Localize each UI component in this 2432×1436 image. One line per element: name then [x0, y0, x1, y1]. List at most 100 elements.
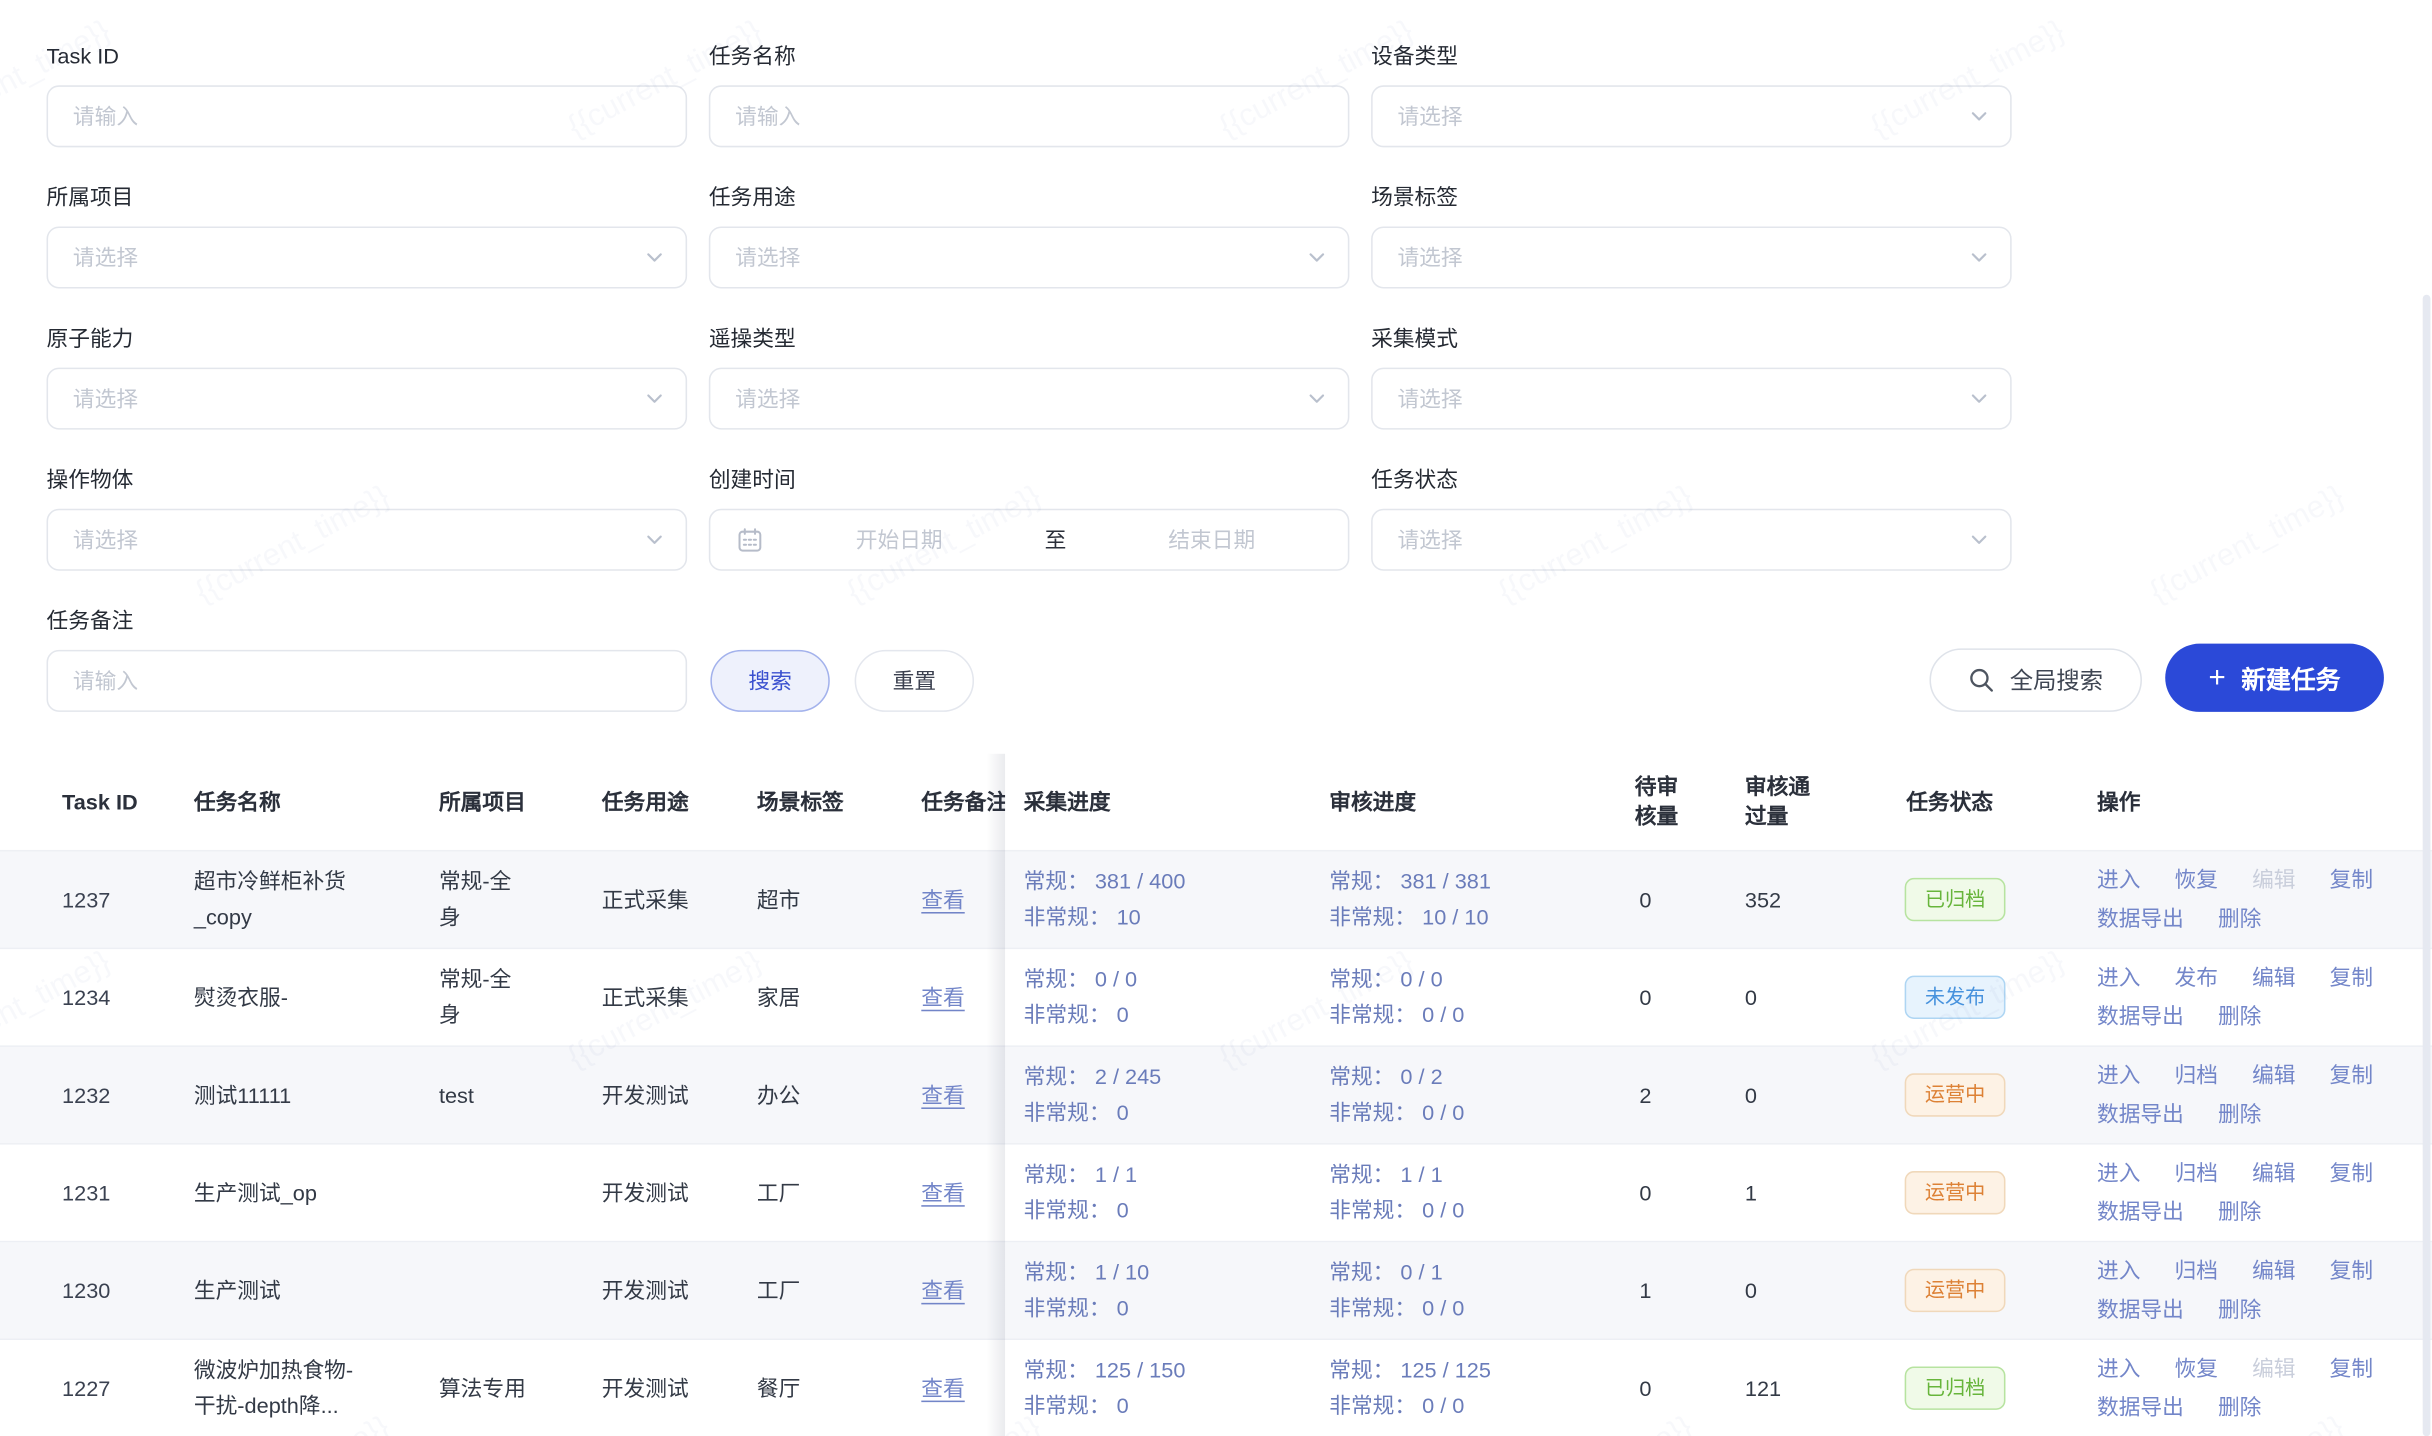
op-link[interactable]: 归档 [2175, 1154, 2218, 1193]
vertical-scrollbar[interactable] [2423, 295, 2431, 1436]
op-link[interactable]: 复制 [2330, 861, 2373, 900]
op-link[interactable]: 进入 [2097, 1056, 2140, 1095]
op-link[interactable]: 删除 [2218, 900, 2261, 939]
device-type-select[interactable]: 请选择 [1371, 85, 2012, 147]
op-link[interactable]: 数据导出 [2097, 1290, 2184, 1329]
cell-operations: 进入发布编辑复制数据导出删除 [2078, 959, 2432, 1037]
operate-object-select[interactable]: 请选择 [47, 509, 688, 571]
teleop-type-select[interactable]: 请选择 [709, 368, 1350, 430]
op-link[interactable]: 归档 [2175, 1252, 2218, 1291]
op-link[interactable]: 进入 [2097, 959, 2140, 998]
op-link[interactable]: 删除 [2218, 1388, 2261, 1427]
cell-project: 常规-全 身 [439, 864, 602, 935]
op-link[interactable]: 进入 [2097, 1349, 2140, 1388]
op-link[interactable]: 数据导出 [2097, 900, 2184, 939]
column-header: 待审 核量 [1613, 772, 1722, 831]
chevron-down-icon [1970, 107, 1989, 126]
end-date-placeholder[interactable]: 结束日期 [1076, 524, 1348, 555]
view-note-link[interactable]: 查看 [921, 886, 964, 911]
op-link[interactable]: 进入 [2097, 1252, 2140, 1291]
cell-task-status: 运营中 [1884, 1073, 2078, 1116]
field-collect-mode: 采集模式 请选择 [1371, 323, 2012, 430]
cell-task-name: 生产测试 [194, 1273, 439, 1309]
chevron-down-icon [645, 389, 664, 408]
chevron-down-icon [645, 530, 664, 549]
op-link[interactable]: 删除 [2218, 997, 2261, 1036]
table-row: 1232测试11111test开发测试办公查看常规： 2 / 245非常规： 0… [0, 1047, 2432, 1145]
task-status-select[interactable]: 请选择 [1371, 509, 2012, 571]
op-link[interactable]: 编辑 [2252, 1154, 2295, 1193]
op-link[interactable]: 发布 [2175, 959, 2218, 998]
start-date-placeholder[interactable]: 开始日期 [763, 524, 1035, 555]
search-button[interactable]: 搜索 [710, 650, 829, 712]
op-link[interactable]: 数据导出 [2097, 1388, 2184, 1427]
op-link[interactable]: 删除 [2218, 1290, 2261, 1329]
view-note-link[interactable]: 查看 [921, 1082, 964, 1107]
task-id-input[interactable] [48, 87, 685, 146]
field-label: 操作物体 [47, 464, 688, 497]
table-row: 1234熨烫衣服-常规-全 身正式采集家居查看常规： 0 / 0非常规： 0常规… [0, 949, 2432, 1047]
op-link[interactable]: 编辑 [2252, 959, 2295, 998]
field-task-status: 任务状态 请选择 [1371, 464, 2012, 571]
table-row: 1231生产测试_op开发测试工厂查看常规： 1 / 1非常规： 0常规： 1 … [0, 1145, 2432, 1243]
op-link[interactable]: 删除 [2218, 1095, 2261, 1134]
cell-note: 查看 [921, 882, 1023, 918]
cell-scene: 工厂 [757, 1273, 921, 1309]
view-note-link[interactable]: 查看 [921, 1180, 964, 1205]
field-label: 任务状态 [1371, 464, 2012, 497]
cell-review-progress: 常规： 125 / 125非常规： 0 / 0 [1329, 1352, 1613, 1423]
op-link[interactable]: 复制 [2330, 1349, 2373, 1388]
field-project: 所属项目 请选择 [47, 181, 688, 288]
op-link[interactable]: 删除 [2218, 1193, 2261, 1232]
view-note-link[interactable]: 查看 [921, 1277, 964, 1302]
create-task-button[interactable]: + 新建任务 [2165, 644, 2384, 712]
cell-operations: 进入归档编辑复制数据导出删除 [2078, 1252, 2432, 1330]
project-select[interactable]: 请选择 [47, 226, 688, 288]
cell-task-status: 运营中 [1884, 1171, 2078, 1214]
cell-collect-progress: 常规： 0 / 0非常规： 0 [1024, 962, 1330, 1033]
chevron-down-icon [1970, 248, 1989, 267]
scene-tag-select[interactable]: 请选择 [1371, 226, 2012, 288]
op-link[interactable]: 进入 [2097, 861, 2140, 900]
op-link[interactable]: 复制 [2330, 959, 2373, 998]
field-task-remark: 任务备注 [47, 605, 688, 712]
cell-task-name: 熨烫衣服- [194, 979, 439, 1015]
view-note-link[interactable]: 查看 [921, 1375, 964, 1400]
status-badge: 已归档 [1905, 1366, 2006, 1409]
global-search-button[interactable]: 全局搜索 [1929, 648, 2142, 712]
cell-scene: 工厂 [757, 1175, 921, 1211]
op-link[interactable]: 数据导出 [2097, 1095, 2184, 1134]
collect-mode-select[interactable]: 请选择 [1371, 368, 2012, 430]
task-name-input[interactable] [710, 87, 1347, 146]
op-link[interactable]: 编辑 [2252, 1056, 2295, 1095]
op-link[interactable]: 编辑 [2252, 1252, 2295, 1291]
op-link: 编辑 [2252, 1349, 2295, 1388]
field-task-id: Task ID [47, 40, 688, 147]
reset-button[interactable]: 重置 [855, 650, 974, 712]
field-label: 创建时间 [709, 464, 1350, 497]
op-link[interactable]: 数据导出 [2097, 997, 2184, 1036]
cell-pending-review-count: 0 [1613, 979, 1722, 1015]
cell-operations: 进入归档编辑复制数据导出删除 [2078, 1056, 2432, 1134]
op-link[interactable]: 复制 [2330, 1056, 2373, 1095]
table-row: 1227微波炉加热食物- 干扰-depth降...算法专用开发测试餐厅查看常规：… [0, 1340, 2432, 1436]
status-badge: 已归档 [1905, 878, 2006, 921]
op-link[interactable]: 数据导出 [2097, 1193, 2184, 1232]
op-link[interactable]: 恢复 [2175, 861, 2218, 900]
view-note-link[interactable]: 查看 [921, 984, 964, 1009]
create-time-range-picker[interactable]: 开始日期 至 结束日期 [709, 509, 1350, 571]
op-link[interactable]: 进入 [2097, 1154, 2140, 1193]
column-header: 任务状态 [1884, 787, 2078, 816]
task-purpose-select[interactable]: 请选择 [709, 226, 1350, 288]
task-remark-input[interactable] [48, 651, 685, 710]
op-link[interactable]: 归档 [2175, 1056, 2218, 1095]
op-link[interactable]: 复制 [2330, 1252, 2373, 1291]
atomic-ability-select[interactable]: 请选择 [47, 368, 688, 430]
op-link[interactable]: 恢复 [2175, 1349, 2218, 1388]
field-label: 任务备注 [47, 605, 688, 638]
op-link[interactable]: 复制 [2330, 1154, 2373, 1193]
table-row: 1237超市冷鲜柜补货 _copy常规-全 身正式采集超市查看常规： 381 /… [0, 852, 2432, 950]
chevron-down-icon [1308, 389, 1327, 408]
cell-task-status: 已归档 [1884, 1366, 2078, 1409]
cell-scene: 家居 [757, 979, 921, 1015]
